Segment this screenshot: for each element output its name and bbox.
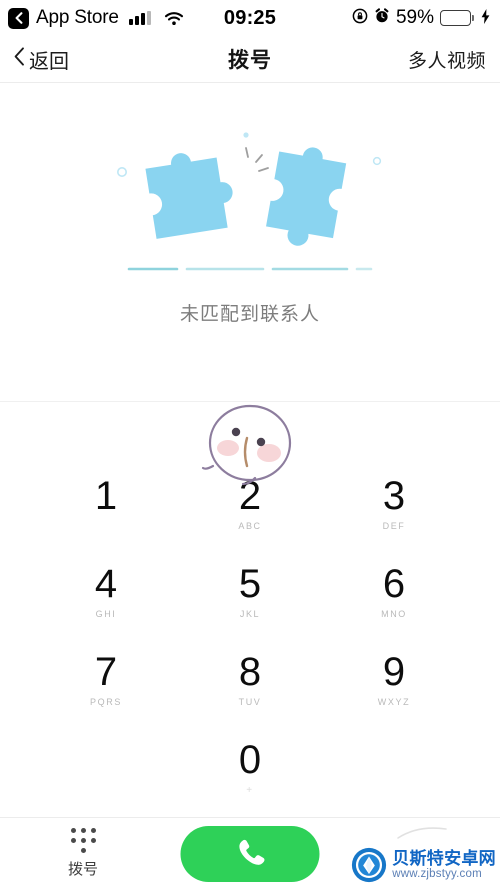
key-letters: PQRS: [90, 696, 122, 707]
dialpad-key-8[interactable]: 8 TUV: [178, 636, 322, 724]
dialpad-key-blank-right: [322, 723, 466, 811]
puzzle-piece-left: [145, 153, 233, 239]
watermark-url: www.zjbstyy.com: [392, 867, 482, 880]
back-button-label: 返回: [29, 50, 69, 73]
dialpad-key-6[interactable]: 6 MNO: [322, 548, 466, 636]
key-letters: JKL: [239, 609, 261, 620]
chevron-left-icon: [14, 46, 25, 72]
key-digit: 8: [238, 649, 262, 694]
key-letters: MNO: [381, 609, 407, 620]
battery-percent-label: 59%: [395, 7, 434, 28]
status-bar-right: 59%: [352, 7, 490, 30]
back-button[interactable]: 返回: [14, 45, 69, 74]
alarm-clock-icon: [374, 7, 390, 30]
dialpad-key-1[interactable]: 1: [34, 460, 178, 548]
puzzle-piece-right: [266, 147, 347, 246]
multi-video-button[interactable]: 多人视频: [408, 46, 486, 73]
phone-screen: App Store 09:25 59% 返回 拨号 多人视频 未匹配到联系人 1…: [0, 0, 500, 889]
key-digit: 6: [382, 562, 406, 607]
shell-logo-icon: [352, 847, 387, 883]
dialpad-key-3[interactable]: 3 DEF: [322, 460, 466, 548]
dialpad-key-blank-left: [34, 723, 178, 811]
signal-bars-icon: [128, 11, 151, 25]
key-digit: 7: [94, 649, 118, 694]
key-letters: DEF: [382, 521, 406, 532]
key-digit: 9: [382, 649, 406, 694]
dialpad-key-4[interactable]: 4 GHI: [34, 548, 178, 636]
status-bar-left: App Store: [8, 7, 184, 29]
puzzle-pieces-icon: [100, 117, 400, 272]
tab-dialer[interactable]: 拨号: [40, 828, 126, 879]
deco-dot-1: [243, 132, 249, 138]
navigation-bar: 返回 拨号 多人视频: [0, 36, 500, 83]
key-digit: 2: [238, 474, 262, 519]
dialpad-key-2[interactable]: 2 ABC: [178, 460, 322, 548]
key-letters: ABC: [238, 521, 262, 532]
dialpad-key-9[interactable]: 9 WXYZ: [322, 636, 466, 724]
battery-icon: [440, 10, 474, 26]
bottom-bar: 拨号 贝斯特安卓网 www.zjbstyy.com: [0, 817, 500, 889]
key-digit: 4: [94, 562, 118, 607]
deco-circle-left: [116, 166, 127, 177]
key-digit: 3: [382, 474, 406, 519]
watermark-text: 贝斯特安卓网 www.zjbstyy.com: [392, 850, 496, 880]
app-store-back-icon[interactable]: [8, 7, 29, 29]
phone-handset-icon: [233, 836, 267, 873]
key-letters: +: [246, 784, 254, 796]
key-letters: WXYZ: [377, 696, 411, 707]
key-digit: 1: [94, 474, 118, 519]
site-watermark: 贝斯特安卓网 www.zjbstyy.com: [351, 847, 496, 883]
wifi-icon: [164, 11, 184, 26]
empty-state-section: 未匹配到联系人: [0, 83, 500, 402]
keypad-dots-icon: [70, 828, 96, 853]
tab-dialer-label: 拨号: [67, 861, 98, 878]
key-letters: TUV: [238, 696, 262, 707]
dialpad-key-7[interactable]: 7 PQRS: [34, 636, 178, 724]
call-button[interactable]: [180, 826, 320, 882]
dialpad-key-5[interactable]: 5 JKL: [178, 548, 322, 636]
partial-arc-decoration: [397, 827, 447, 839]
key-digit: 5: [238, 562, 262, 607]
dialpad[interactable]: 1 2 ABC 3 DEF 4 GHI 5 JKL 6 MNO 7 PQRS 8: [0, 402, 500, 817]
empty-state-message: 未匹配到联系人: [179, 304, 320, 325]
spark-marks-icon: [245, 147, 269, 172]
carrier-label[interactable]: App Store: [36, 7, 119, 29]
watermark-site-name: 贝斯特安卓网: [392, 849, 496, 869]
rotation-lock-icon: [352, 7, 368, 30]
lightning-bolt-icon: [481, 7, 490, 30]
dialpad-key-0[interactable]: 0 +: [178, 723, 322, 811]
status-bar: App Store 09:25 59%: [0, 0, 500, 36]
key-letters: GHI: [95, 609, 117, 620]
deco-circle-right: [372, 156, 382, 166]
key-digit: 0: [238, 737, 262, 782]
